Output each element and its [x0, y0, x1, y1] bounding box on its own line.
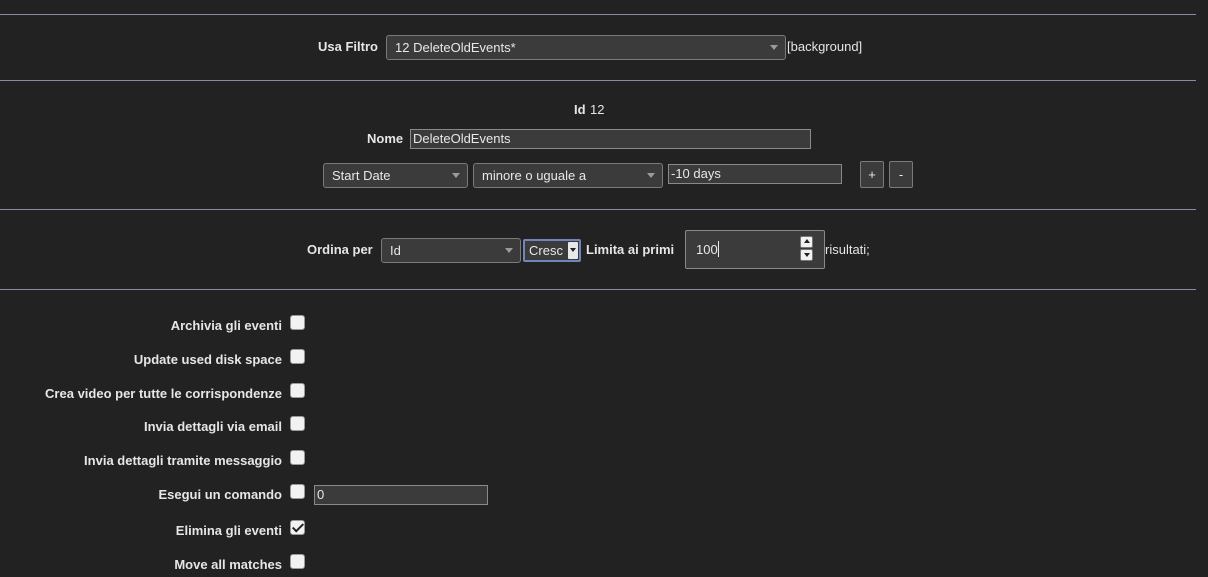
- sort-field-select[interactable]: Id: [381, 238, 521, 263]
- action-label: Elimina gli eventi: [175, 523, 282, 538]
- action-label: Invia dettagli via email: [144, 419, 282, 434]
- term-attribute-select[interactable]: Start Date: [323, 163, 468, 188]
- action-checkbox[interactable]: [290, 349, 305, 364]
- action-label: Crea video per tutte le corrispondenze: [45, 386, 282, 401]
- name-input[interactable]: DeleteOldEvents: [410, 129, 811, 149]
- filter-background-note: [background]: [787, 39, 863, 54]
- action-checkbox[interactable]: [290, 450, 305, 465]
- term-value-text: -10 days: [671, 166, 721, 181]
- term-attribute-value: Start Date: [332, 168, 391, 183]
- divider: [0, 289, 1196, 290]
- chevron-down-icon: [452, 173, 460, 178]
- command-input[interactable]: 0: [314, 485, 488, 505]
- limit-input[interactable]: 100: [685, 230, 825, 269]
- action-label: Move all matches: [174, 557, 282, 572]
- limit-input-value: 100: [696, 242, 718, 257]
- sort-label: Ordina per: [307, 242, 373, 257]
- chevron-down-icon: [770, 45, 778, 50]
- action-checkbox[interactable]: [290, 520, 305, 535]
- divider: [0, 209, 1196, 210]
- id-value: 12: [590, 102, 605, 117]
- spinner-up-icon[interactable]: [800, 236, 813, 248]
- divider: [0, 14, 1196, 15]
- action-checkbox[interactable]: [290, 315, 305, 330]
- sort-field-value: Id: [390, 243, 401, 258]
- action-label: Update used disk space: [133, 352, 282, 367]
- divider: [0, 80, 1196, 81]
- results-suffix: risultati;: [825, 242, 870, 257]
- chevron-down-icon: [647, 173, 655, 178]
- chevron-down-icon: [568, 242, 578, 259]
- action-checkbox[interactable]: [290, 416, 305, 431]
- filter-select[interactable]: 12 DeleteOldEvents*: [386, 35, 786, 60]
- add-term-button[interactable]: +: [860, 161, 884, 188]
- filter-select-value: 12 DeleteOldEvents*: [395, 40, 516, 55]
- id-label: Id: [574, 102, 586, 117]
- remove-term-button[interactable]: -: [889, 161, 913, 188]
- text-cursor: [718, 241, 719, 257]
- limit-label: Limita ai primi: [586, 242, 675, 257]
- term-operator-select[interactable]: minore o uguale a: [473, 163, 663, 188]
- name-input-value: DeleteOldEvents: [413, 131, 511, 146]
- action-label: Archivia gli eventi: [170, 318, 282, 333]
- term-value-input[interactable]: -10 days: [668, 164, 842, 184]
- term-operator-value: minore o uguale a: [482, 168, 587, 183]
- action-checkbox[interactable]: [290, 383, 305, 398]
- sort-direction-value: Cresc: [529, 243, 563, 258]
- chevron-down-icon: [505, 248, 513, 253]
- filter-label: Usa Filtro: [318, 39, 378, 54]
- spinner-down-icon[interactable]: [800, 249, 813, 261]
- action-checkbox[interactable]: [290, 554, 305, 569]
- name-label: Nome: [367, 131, 404, 146]
- command-input-value: 0: [317, 487, 325, 502]
- sort-direction-select[interactable]: Cresc: [523, 239, 581, 262]
- action-checkbox[interactable]: [290, 484, 305, 499]
- action-label: Esegui un comando: [158, 487, 282, 502]
- action-label: Invia dettagli tramite messaggio: [84, 453, 282, 468]
